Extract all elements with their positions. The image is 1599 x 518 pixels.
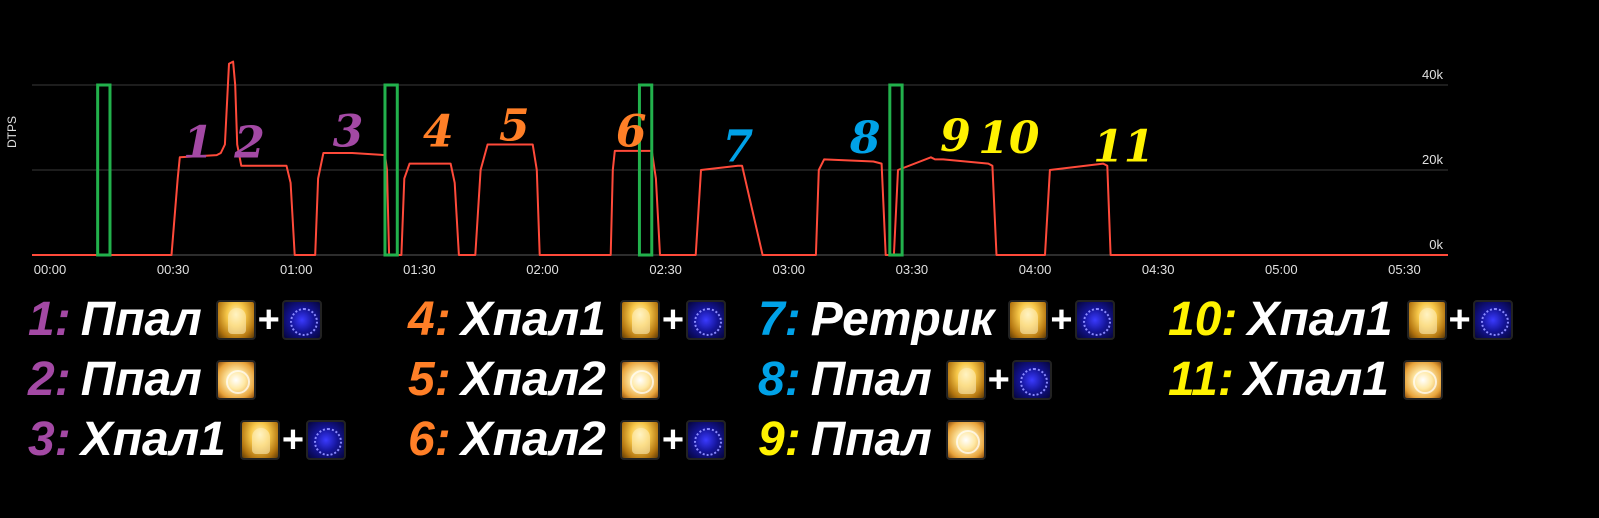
legend-number: 6: <box>408 413 451 466</box>
legend-name: Ппал <box>810 413 932 466</box>
annotation-label: 6 <box>616 107 647 158</box>
rune-icon <box>1472 300 1513 340</box>
y-tick-label: 0k <box>1429 237 1443 252</box>
annotation-label: 10 <box>978 113 1040 164</box>
plus-sign: + <box>987 358 1010 401</box>
x-tick-label: 04:30 <box>1142 262 1175 277</box>
x-tick-label: 02:30 <box>649 262 682 277</box>
y-tick-label: 20k <box>1422 152 1443 167</box>
holy-light-icon <box>945 420 986 460</box>
holy-light-icon <box>215 360 256 400</box>
legend-name: Хпал1 <box>1247 293 1393 346</box>
legend-name: Хпал2 <box>460 353 606 406</box>
legend-item: 1: Ппал + <box>28 290 346 350</box>
legend-name: Ппал <box>80 293 202 346</box>
legend-number: 3: <box>28 413 71 466</box>
legend-number: 11: <box>1168 353 1234 406</box>
annotation-label: 11 <box>1093 122 1154 173</box>
legend-number: 7: <box>758 293 801 346</box>
legend-item: 6: Хпал2 + <box>408 410 727 470</box>
legend-item: 3: Хпал1 + <box>28 410 347 470</box>
paladin-icon <box>1008 300 1049 340</box>
annotation-label: 5 <box>499 100 530 151</box>
x-tick-label: 04:00 <box>1019 262 1052 277</box>
x-tick-label: 03:00 <box>773 262 806 277</box>
x-tick-label: 00:00 <box>34 262 67 277</box>
legend-item: 11: Хпал1 <box>1168 350 1513 410</box>
rune-icon <box>1011 360 1052 400</box>
rune-icon <box>306 420 347 460</box>
plus-sign: + <box>257 298 280 341</box>
plus-sign: + <box>1050 298 1073 341</box>
dtps-chart: 0k 20k 40k 00:00 00:30 01:00 01:30 02:00 02:30 03… <box>5 60 1448 277</box>
x-tick-label: 05:00 <box>1265 262 1298 277</box>
x-tick-label: 01:30 <box>403 262 436 277</box>
legend-name: Хпал2 <box>460 413 606 466</box>
plus-sign: + <box>1448 298 1471 341</box>
legend-column: 7: Ретрик +8: Ппал +9: Ппал <box>758 290 1115 470</box>
legend-column: 1: Ппал +2: Ппал 3: Хпал1 + <box>28 290 347 470</box>
legend-name: Хпал1 <box>1243 353 1389 406</box>
x-tick-label: 02:00 <box>526 262 559 277</box>
plus-sign: + <box>661 298 685 341</box>
legend-item: 10: Хпал1 + <box>1168 290 1513 350</box>
paladin-icon <box>945 360 986 400</box>
legend-number: 5: <box>408 353 451 406</box>
legend-item: 8: Ппал + <box>758 350 1115 410</box>
legend-item: 4: Хпал1 + <box>408 290 727 350</box>
legend-number: 9: <box>758 413 801 466</box>
x-tick-label: 05:30 <box>1388 262 1421 277</box>
legend: 1: Ппал +2: Ппал 3: Хпал1 +4: Хпал1 +5: Хпал2 6: Хп… <box>0 290 1599 518</box>
paladin-icon <box>619 300 660 340</box>
paladin-icon <box>215 300 256 340</box>
legend-item: 5: Хпал2 <box>408 350 726 410</box>
paladin-icon <box>619 420 660 460</box>
legend-number: 2: <box>28 353 71 406</box>
paladin-icon <box>1406 300 1447 340</box>
legend-name: Ппал <box>810 353 932 406</box>
legend-item: 9: Ппал <box>758 410 1115 470</box>
rune-icon <box>1074 300 1115 340</box>
x-tick-label: 01:00 <box>280 262 313 277</box>
y-tick-label: 40k <box>1422 67 1443 82</box>
holy-light-icon <box>1402 360 1443 400</box>
annotation-label: 9 <box>940 111 971 162</box>
x-tick-label: 03:30 <box>896 262 929 277</box>
legend-name: Ретрик <box>810 293 995 346</box>
rune-icon <box>686 420 727 460</box>
annotation-label: 3 <box>333 107 364 158</box>
annotation-label: 4 <box>423 107 454 158</box>
legend-name: Хпал1 <box>460 293 606 346</box>
annotation-label: 2 <box>233 117 265 168</box>
legend-number: 10: <box>1168 293 1238 346</box>
legend-number: 8: <box>758 353 801 406</box>
rune-icon <box>281 300 322 340</box>
legend-column: 10: Хпал1 +11: Хпал1 <box>1168 290 1513 410</box>
legend-item: 2: Ппал <box>28 350 346 410</box>
annotation-label: 7 <box>723 122 754 173</box>
rune-icon <box>686 300 727 340</box>
annotation-label: 8 <box>849 113 881 164</box>
y-axis-label: DTPS <box>5 116 19 148</box>
legend-name: Хпал1 <box>80 413 226 466</box>
legend-number: 1: <box>28 293 71 346</box>
legend-column: 4: Хпал1 +5: Хпал2 6: Хпал2 + <box>408 290 727 470</box>
plus-sign: + <box>281 418 305 461</box>
legend-item: 7: Ретрик + <box>758 290 1115 350</box>
holy-light-icon <box>619 360 660 400</box>
legend-number: 4: <box>408 293 451 346</box>
paladin-icon <box>239 420 280 460</box>
plus-sign: + <box>661 418 685 461</box>
annotation-label: 1 <box>183 117 214 168</box>
legend-name: Ппал <box>80 353 202 406</box>
x-tick-label: 00:30 <box>157 262 190 277</box>
